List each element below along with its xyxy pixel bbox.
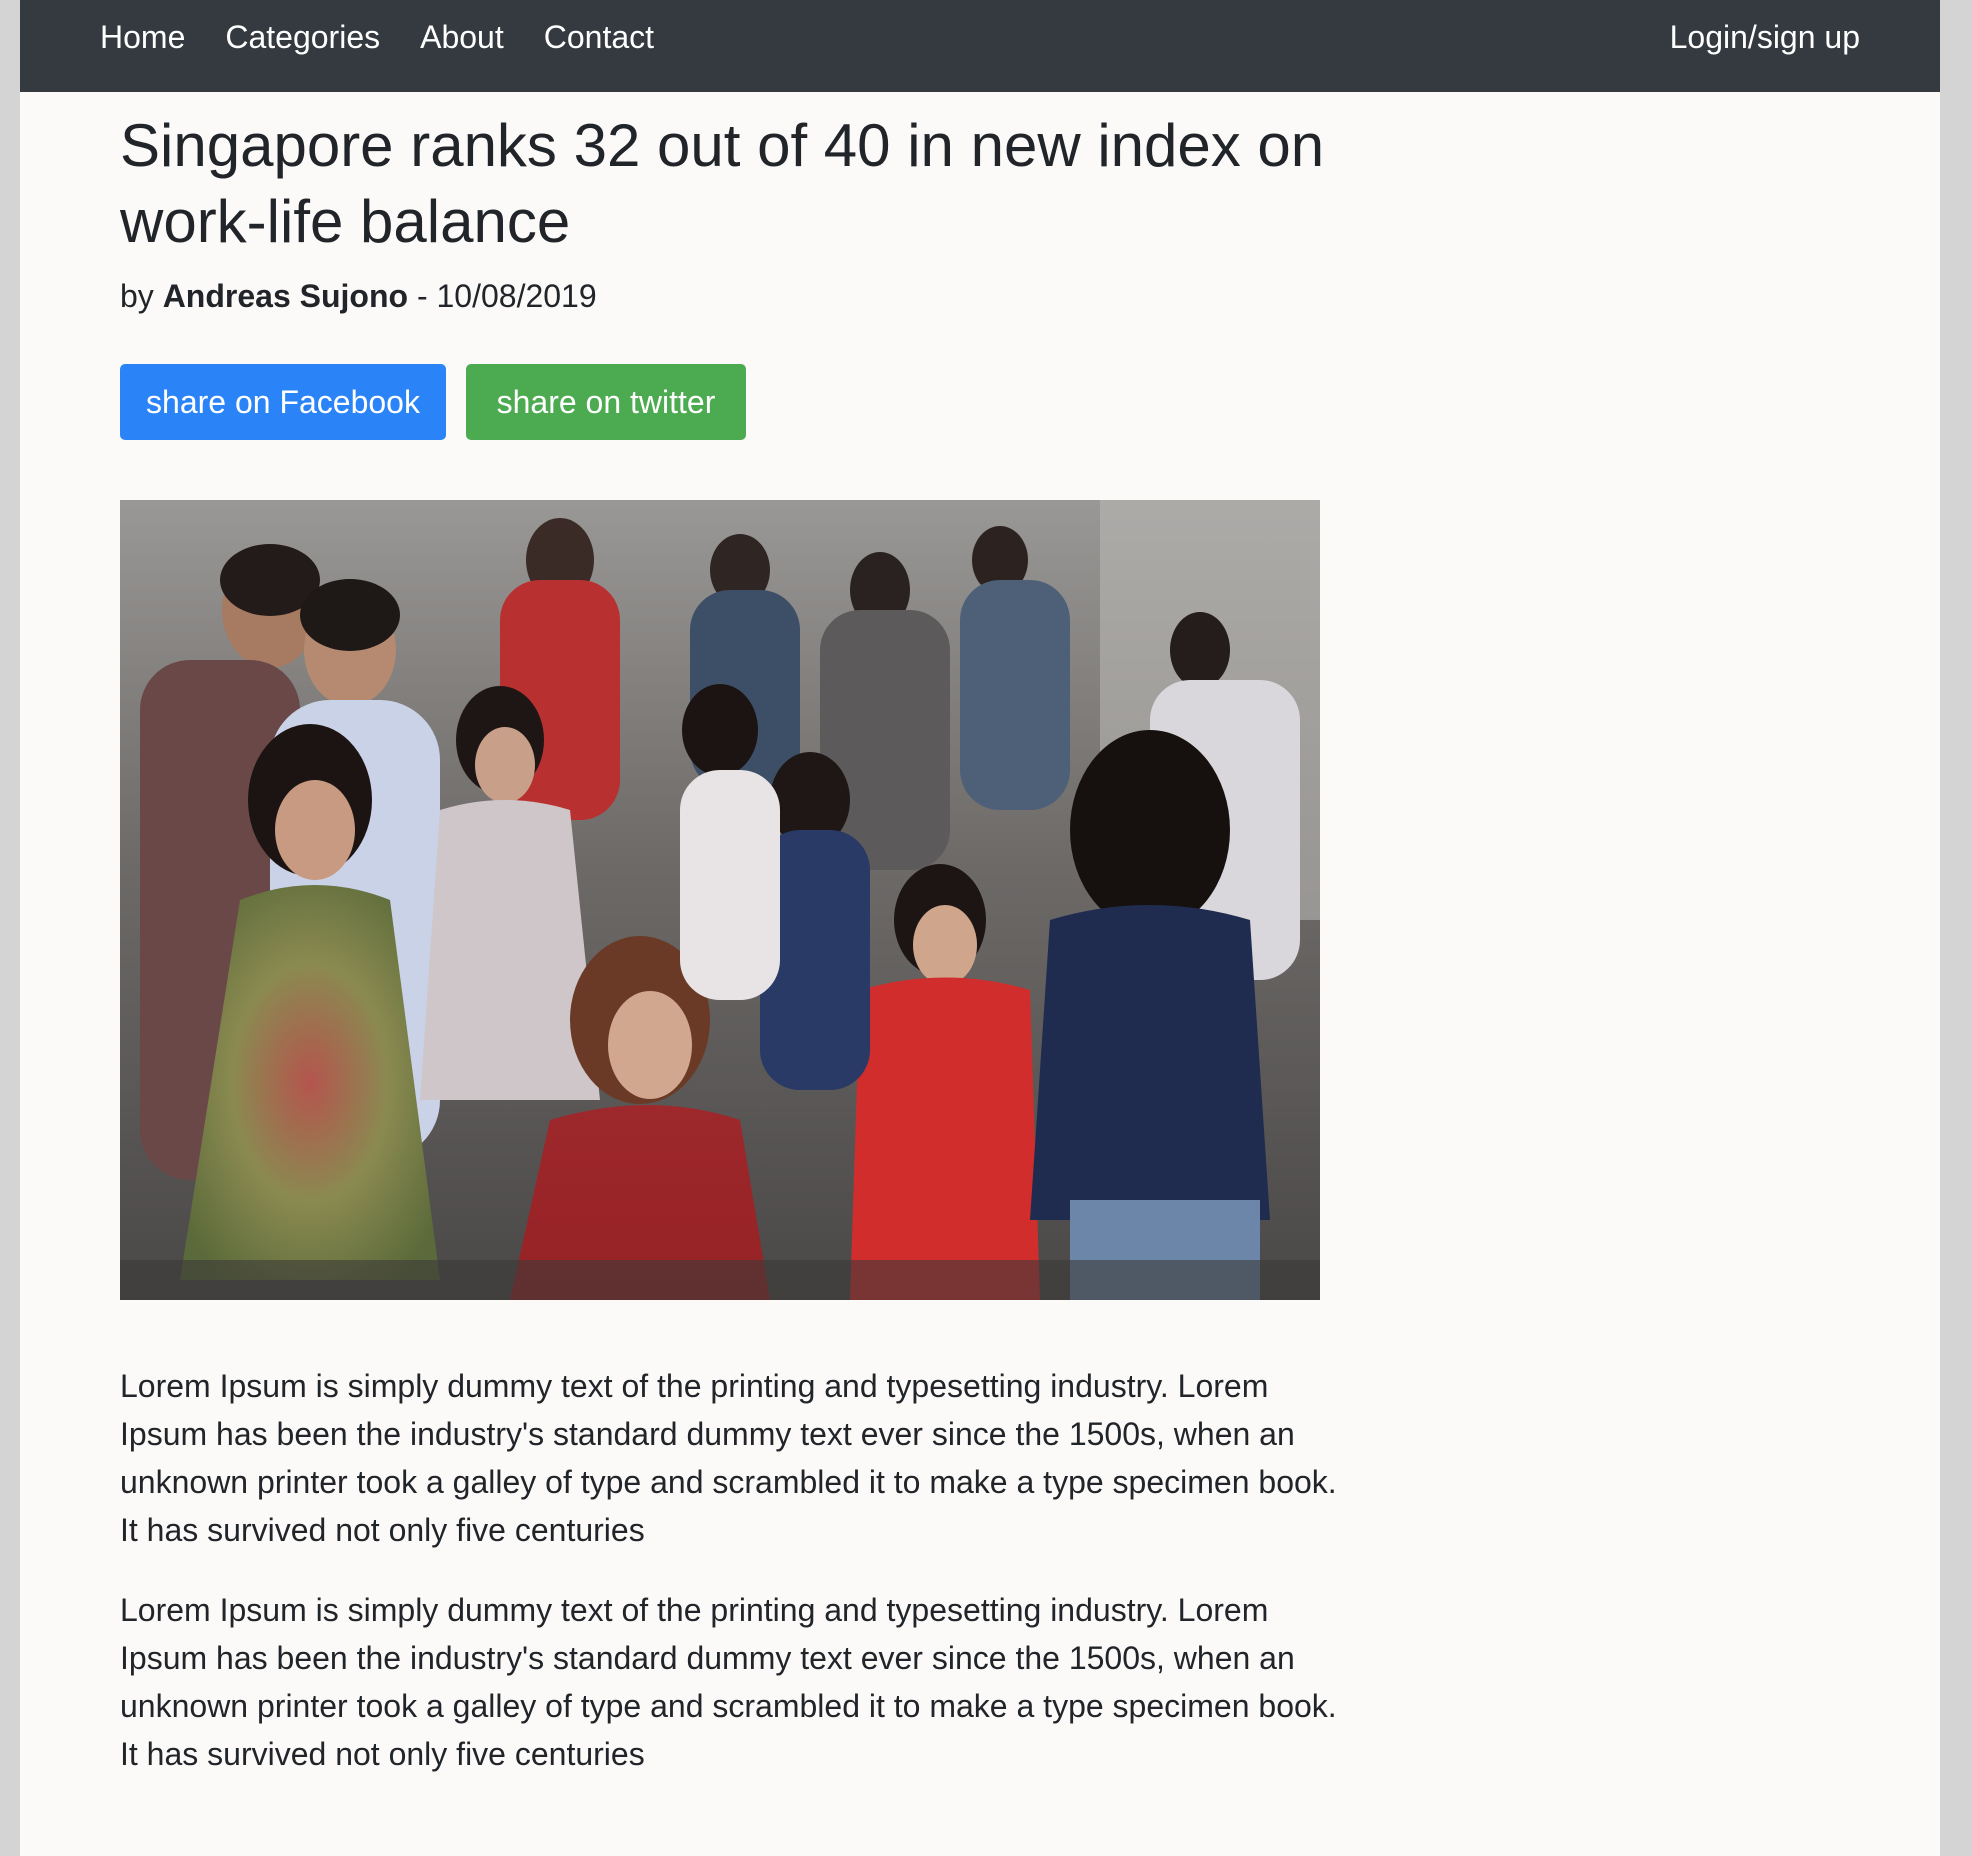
article-paragraph: Lorem Ipsum is simply dummy text of the … xyxy=(120,1368,1337,1548)
page: Home Categories About Contact Login/sign… xyxy=(20,0,1940,1856)
publish-date: 10/08/2019 xyxy=(436,278,597,314)
navbar: Home Categories About Contact Login/sign… xyxy=(20,0,1940,92)
byline-prefix: by xyxy=(120,278,154,314)
article-title: Singapore ranks 32 out of 40 in new inde… xyxy=(120,112,1325,255)
article-byline: by Andreas Sujono - 10/08/2019 xyxy=(120,278,597,315)
share-twitter-button[interactable]: share on twitter xyxy=(466,364,746,440)
author-name: Andreas Sujono xyxy=(162,278,409,314)
login-signup-link[interactable]: Login/sign up xyxy=(1670,19,1860,56)
article-photo xyxy=(120,500,1320,1300)
crowd-photo-illustration xyxy=(120,500,1320,1300)
nav-right: Login/sign up xyxy=(1650,0,1880,74)
article-paragraph: Lorem Ipsum is simply dummy text of the … xyxy=(120,1592,1337,1772)
nav-links: Home Categories About Contact xyxy=(80,0,674,74)
nav-about-link[interactable]: About xyxy=(420,19,504,56)
nav-home-link[interactable]: Home xyxy=(100,19,185,56)
nav-categories-link[interactable]: Categories xyxy=(225,19,380,56)
nav-contact-link[interactable]: Contact xyxy=(544,19,654,56)
share-facebook-button[interactable]: share on Facebook xyxy=(120,364,446,440)
byline-separator: - xyxy=(416,278,428,314)
